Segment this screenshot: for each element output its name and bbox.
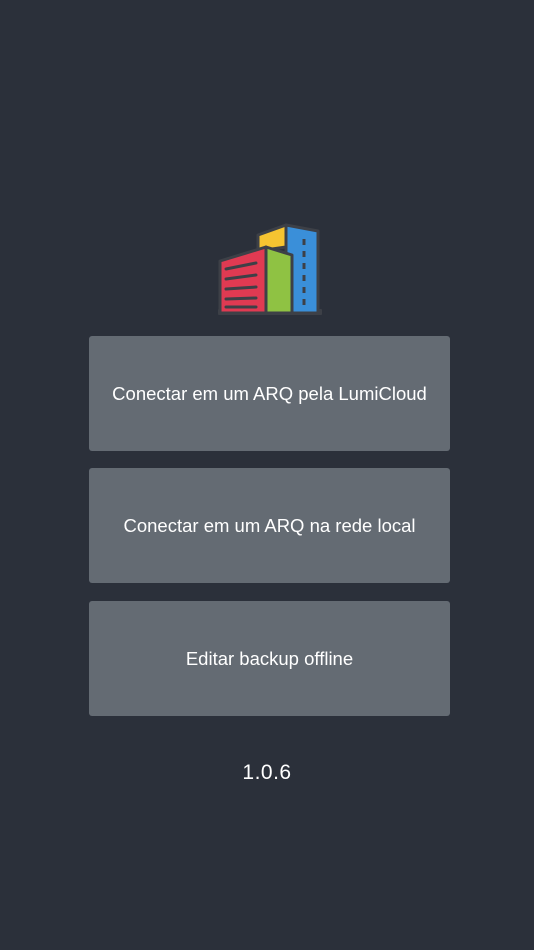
connect-local-network-label: Conectar em um ARQ na rede local [123,514,416,536]
edit-offline-backup-label: Editar backup offline [185,647,354,669]
start-screen: Conectar em um ARQ pela LumiCloud Conect… [0,0,534,950]
edit-offline-backup-button[interactable]: Editar backup offline [89,601,450,716]
connect-lumicloud-button[interactable]: Conectar em um ARQ pela LumiCloud [89,336,450,451]
app-logo [216,221,324,317]
app-version: 1.0.6 [242,761,292,784]
building-logo-icon [218,223,322,315]
connect-local-network-button[interactable]: Conectar em um ARQ na rede local [89,468,450,583]
connect-lumicloud-label: Conectar em um ARQ pela LumiCloud [112,382,427,404]
